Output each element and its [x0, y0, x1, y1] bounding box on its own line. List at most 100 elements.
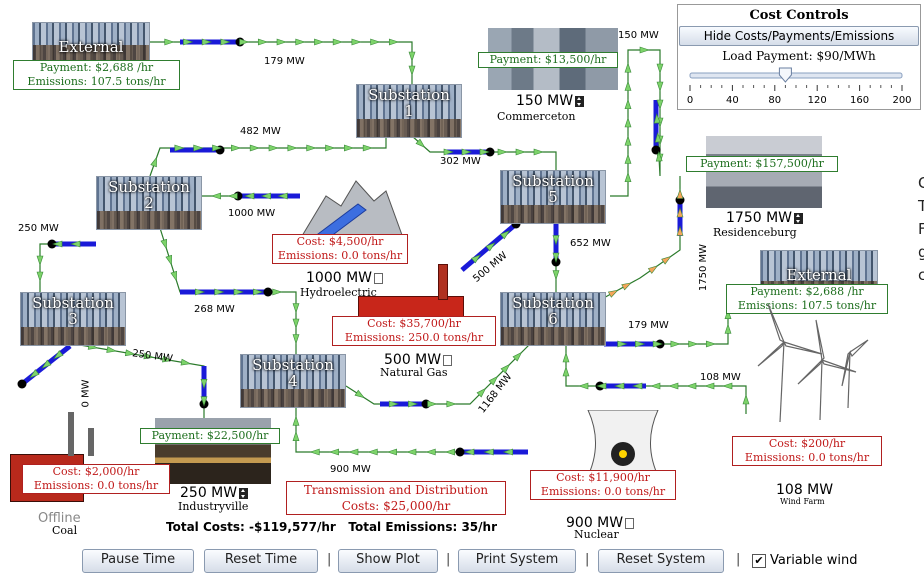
industryville-spinner[interactable]	[239, 487, 249, 499]
coal-cost: Cost: $2,000/hr	[52, 465, 140, 478]
line-s2-s4-arrow	[160, 238, 167, 250]
variable-wind-checkbox[interactable]: ✔	[752, 554, 766, 568]
coal-name: Coal	[52, 524, 78, 537]
external-west-payment: Payment: $2,688 /hr	[39, 61, 154, 74]
line-s2-s4-arrow	[292, 318, 300, 329]
line-s3-ind-arrow	[180, 358, 192, 366]
residenceburg-payment: Payment: $157,500/hr	[686, 156, 838, 172]
line-s2-s3	[39, 243, 94, 292]
nuclear-name: Nuclear	[574, 528, 619, 541]
substation-5[interactable]: Substation 5	[500, 170, 606, 224]
line-wind-s6-arrow	[562, 366, 570, 377]
substation-3[interactable]: Substation 3	[20, 292, 126, 346]
line-nuc-s4-arrow	[309, 448, 320, 456]
line-s1-s5-arrow	[515, 148, 526, 156]
line-ext-w-s1-arrow	[314, 38, 325, 46]
coal-cost-box: Cost: $2,000/hr Emissions: 0.0 tons/hr	[22, 464, 170, 494]
cost-controls-title: Cost Controls	[749, 8, 849, 23]
td-costs: Costs: $25,000/hr	[341, 499, 451, 513]
reset-time-button[interactable]: Reset Time	[204, 549, 318, 573]
line-s4-s6-arrow	[427, 400, 438, 408]
substation-3-label: Substation 3	[32, 294, 114, 328]
line-wind-s6-arrow	[668, 382, 679, 390]
line-wind-s6-arrow	[686, 382, 697, 390]
load-payment-slider[interactable]: 0 40 80 120 160 200	[678, 65, 918, 107]
line-s2-s4-arrow	[272, 288, 283, 296]
external-west-image[interactable]: External	[32, 22, 150, 64]
substation-4[interactable]: Substation 4	[240, 354, 346, 408]
industryville-name: Industryville	[178, 500, 249, 513]
flow-s2-s4: 268 MW	[194, 304, 235, 315]
substation-2[interactable]: Substation 2	[96, 176, 202, 230]
line-nuc-s4-arrow	[348, 448, 359, 456]
cost-controls-panel: Cost Controls Hide Costs/Payments/Emissi…	[677, 4, 921, 110]
reset-system-button[interactable]: Reset System	[598, 549, 724, 573]
slider-tick-label: 80	[768, 95, 781, 106]
line-s2-s1-arrow	[249, 144, 261, 152]
line-nuc-s4-arrow	[292, 430, 300, 441]
td-cost-box: Transmission and Distribution Costs: $25…	[286, 481, 506, 515]
commerceton-spinner[interactable]	[575, 95, 585, 107]
hydro-mw: 1000 MW	[306, 270, 384, 286]
residenceburg-spinner[interactable]	[794, 212, 804, 224]
slider-tick-label: 40	[726, 95, 739, 106]
line-s2-s4-arrow	[292, 303, 300, 314]
flow-wind-s6: 108 MW	[700, 372, 741, 383]
gas-spinner[interactable]	[443, 354, 453, 366]
line-nuc-s4-node	[455, 447, 465, 457]
flow-nuclear-s4: 900 MW	[330, 464, 371, 475]
line-s2-s1-arrow	[150, 156, 158, 168]
line-s5-com-arrow	[624, 62, 632, 73]
residenceburg-name: Residenceburg	[713, 226, 797, 239]
side-text: CTFgc	[918, 174, 924, 284]
slider-tick-label: 200	[892, 95, 911, 106]
residenceburg-image[interactable]	[706, 136, 822, 208]
industryville-payment: Payment: $22,500/hr	[140, 428, 280, 444]
line-s6-ext-arrow	[688, 340, 699, 348]
print-system-button[interactable]: Print System	[458, 549, 576, 573]
flow-hydro-s2: 1000 MW	[228, 208, 276, 219]
line-s6-res-arrow	[621, 282, 632, 291]
pause-time-button[interactable]: Pause Time	[82, 549, 194, 573]
gas-cost-box: Cost: $35,700/hr Emissions: 250.0 tons/h…	[332, 316, 496, 346]
line-s6-ext-arrow	[670, 340, 681, 348]
hydro-spinner[interactable]	[374, 272, 384, 284]
external-west-payment-box: Payment: $2,688 /hr Emissions: 107.5 ton…	[13, 60, 180, 90]
line-s6-res	[599, 176, 681, 301]
line-s2-s1-arrow	[344, 144, 355, 152]
nuclear-emissions: Emissions: 0.0 tons/hr	[540, 485, 666, 498]
line-s5-com-arrow	[624, 135, 632, 146]
line-s2-s1	[149, 134, 387, 177]
external-east-payment: Payment: $2,688 /hr	[750, 285, 864, 298]
line-s1-s5-arrow	[497, 148, 508, 156]
line-nuc-s4-arrow	[444, 448, 455, 456]
slider-track	[689, 72, 903, 79]
toggle-costs-button[interactable]: Hide Costs/Payments/Emissions	[679, 26, 919, 46]
load-payment-label: Load Payment: $90/MWh	[722, 49, 876, 63]
line-s2-s4-arrow	[292, 334, 300, 345]
separator: |	[327, 552, 332, 567]
residenceburg-mw: 1750 MW	[726, 210, 804, 226]
line-s4-s6-arrow	[446, 400, 457, 408]
substation-6[interactable]: Substation 6	[500, 292, 606, 346]
line-s2-s3-arrow	[36, 255, 44, 266]
line-nuc-s4-arrow	[292, 415, 300, 426]
flow-s6-ext: 179 MW	[628, 320, 669, 331]
commerceton-mw: 150 MW	[516, 93, 585, 109]
coal-chimney-icon	[68, 412, 74, 456]
line-s3-ind-arrow	[106, 346, 118, 353]
wind-farm-image[interactable]	[746, 300, 872, 428]
line-ext-w-s1-arrow	[239, 38, 250, 46]
line-hydro-s2-arrow	[227, 192, 238, 200]
line-nuc-s4	[295, 406, 528, 453]
slider-tick-label: 0	[687, 95, 693, 106]
gas-chimney-icon	[438, 264, 448, 300]
show-plot-button[interactable]: Show Plot	[338, 549, 438, 573]
separator: |	[585, 552, 590, 567]
flow-residenceburg: 1750 MW	[698, 243, 710, 292]
nuclear-spinner[interactable]	[625, 517, 635, 529]
line-s2-s4-node	[263, 287, 273, 297]
wind-name: Wind Farm	[780, 497, 825, 506]
variable-wind-label: Variable wind	[770, 553, 858, 568]
substation-1[interactable]: Substation 1	[356, 84, 462, 138]
